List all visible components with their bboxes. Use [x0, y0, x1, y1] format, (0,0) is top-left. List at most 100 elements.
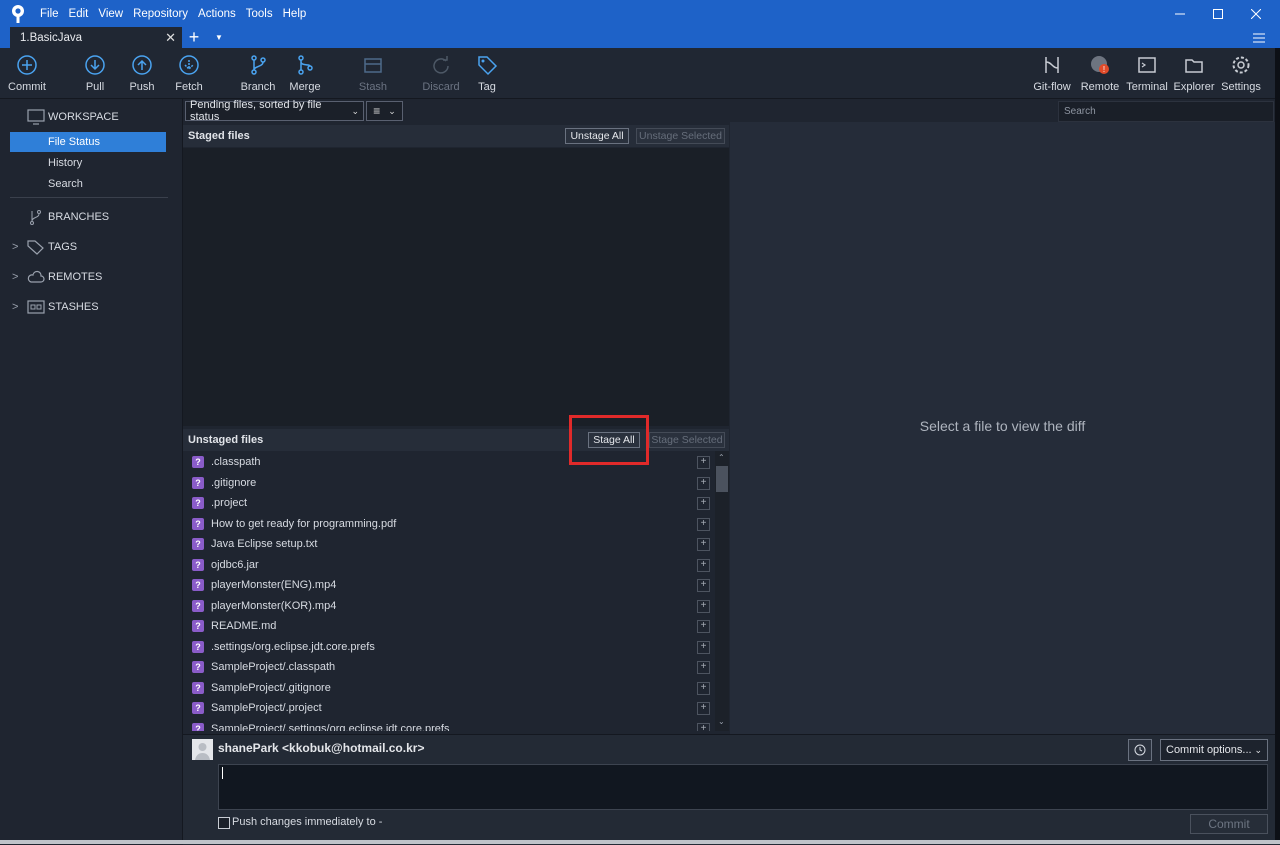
stage-file-plus-icon[interactable]: + [697, 723, 710, 731]
file-name: SampleProject/.classpath [211, 661, 336, 673]
search-input[interactable]: Search [1058, 101, 1274, 122]
sidebar-item-label: Search [48, 178, 83, 190]
menu-actions[interactable]: Actions [198, 8, 236, 20]
menu-tools[interactable]: Tools [246, 8, 273, 20]
sort-filter-dropdown[interactable]: Pending files, sorted by file status ⌄ [185, 99, 364, 123]
unstage-all-button[interactable]: Unstage All [565, 128, 629, 144]
stage-file-plus-icon[interactable]: + [697, 682, 710, 695]
file-row[interactable]: ? SampleProject/.classpath + [183, 657, 715, 677]
file-row[interactable]: ? ojdbc6.jar + [183, 555, 715, 575]
sidebar-section-workspace[interactable]: WORKSPACE [0, 105, 182, 129]
commit-options-label: Commit options... [1166, 744, 1252, 756]
menu-bar: File Edit View Repository Actions Tools … [40, 0, 316, 27]
file-row[interactable]: ? playerMonster(KOR).mp4 + [183, 596, 715, 616]
file-row[interactable]: ? .settings/org.eclipse.jdt.core.prefs + [183, 637, 715, 657]
stage-file-plus-icon[interactable]: + [697, 477, 710, 490]
tab-dropdown-button[interactable]: ▼ [210, 27, 228, 48]
maximize-button[interactable] [1198, 0, 1238, 27]
stage-file-plus-icon[interactable]: + [697, 559, 710, 572]
commit-history-button[interactable] [1128, 739, 1152, 761]
branch-icon [30, 210, 41, 225]
menu-view[interactable]: View [98, 8, 123, 20]
sidebar-item-history[interactable]: History [10, 153, 166, 173]
file-row[interactable]: ? SampleProject/.settings/org.eclipse.jdt… [183, 719, 715, 731]
stage-file-plus-icon[interactable]: + [697, 456, 710, 469]
merge-button[interactable]: Merge [275, 54, 335, 93]
file-row[interactable]: ? Java Eclipse setup.txt + [183, 534, 715, 554]
close-tab-icon[interactable]: ✕ [165, 30, 176, 46]
fetch-label: Fetch [175, 81, 203, 93]
push-immediately-checkbox[interactable] [218, 817, 230, 829]
sidebar-workspace-label: WORKSPACE [48, 111, 119, 123]
commit-button[interactable]: Commit [0, 54, 57, 93]
stage-file-plus-icon[interactable]: + [697, 518, 710, 531]
untracked-icon: ? [192, 620, 204, 632]
push-icon [132, 55, 152, 75]
sidebar-item-file-status[interactable]: File Status [10, 132, 166, 152]
scroll-up-icon[interactable]: ⌃ [718, 453, 725, 462]
sidebar-remotes-label: REMOTES [48, 271, 103, 283]
commit-submit-button[interactable]: Commit [1190, 814, 1268, 834]
branch-icon [251, 55, 266, 75]
commit-icon [17, 55, 37, 75]
monitor-icon [27, 109, 45, 125]
minimize-button[interactable] [1160, 0, 1200, 27]
untracked-icon: ? [192, 497, 204, 509]
sidebar-section-branches[interactable]: BRANCHES [0, 205, 182, 229]
file-row[interactable]: ? SampleProject/.project + [183, 698, 715, 718]
file-name: playerMonster(KOR).mp4 [211, 600, 337, 612]
settings-button[interactable]: Settings [1211, 54, 1271, 93]
file-name: SampleProject/.gitignore [211, 682, 331, 694]
stage-file-plus-icon[interactable]: + [697, 620, 710, 633]
file-row[interactable]: ? How to get ready for programming.pdf + [183, 514, 715, 534]
scroll-down-icon[interactable]: ⌄ [718, 717, 725, 726]
sidebar-divider [10, 197, 168, 198]
chevron-right-icon[interactable]: > [12, 241, 18, 253]
sidebar-section-tags[interactable]: > TAGS [0, 235, 182, 259]
hamburger-menu-button[interactable] [1248, 27, 1270, 48]
chevron-down-icon: ⌄ [351, 105, 359, 116]
unstaged-scrollbar[interactable]: ⌃ ⌄ [715, 451, 729, 731]
new-tab-button[interactable]: + [184, 27, 204, 48]
stash-button[interactable]: Stash [343, 54, 403, 93]
stage-file-plus-icon[interactable]: + [697, 702, 710, 715]
file-row[interactable]: ? playerMonster(ENG).mp4 + [183, 575, 715, 595]
stage-file-plus-icon[interactable]: + [697, 641, 710, 654]
unstage-selected-button[interactable]: Unstage Selected [636, 128, 725, 144]
tag-button[interactable]: Tag [457, 54, 517, 93]
menu-file[interactable]: File [40, 8, 59, 20]
view-mode-dropdown[interactable]: ≡ ⌄ [366, 101, 403, 121]
unstaged-files-title: Unstaged files [188, 434, 264, 446]
chevron-right-icon[interactable]: > [12, 301, 18, 313]
file-row[interactable]: ? .project + [183, 493, 715, 513]
stage-file-plus-icon[interactable]: + [697, 661, 710, 674]
commit-message-input[interactable] [218, 764, 1268, 810]
chevron-right-icon[interactable]: > [12, 271, 18, 283]
menu-edit[interactable]: Edit [69, 8, 89, 20]
file-name: .gitignore [211, 477, 257, 489]
svg-text:!: ! [1103, 65, 1105, 74]
file-row[interactable]: ? README.md + [183, 616, 715, 636]
menu-help[interactable]: Help [283, 8, 307, 20]
close-window-button[interactable] [1236, 0, 1276, 27]
chevron-down-icon: ⌄ [388, 105, 396, 116]
fetch-button[interactable]: Fetch [159, 54, 219, 93]
untracked-icon: ? [192, 456, 204, 468]
sidebar-section-remotes[interactable]: > REMOTES [0, 265, 182, 289]
stage-file-plus-icon[interactable]: + [697, 579, 710, 592]
scrollbar-thumb[interactable] [716, 466, 728, 492]
stage-file-plus-icon[interactable]: + [697, 538, 710, 551]
diff-empty-message: Select a file to view the diff [919, 418, 1086, 434]
folder-icon [1185, 59, 1203, 73]
sidebar-item-search[interactable]: Search [10, 174, 166, 194]
maximize-icon [1213, 8, 1223, 19]
stage-file-plus-icon[interactable]: + [697, 497, 710, 510]
menu-repository[interactable]: Repository [133, 8, 188, 20]
stage-file-plus-icon[interactable]: + [697, 600, 710, 613]
stage-selected-button[interactable]: Stage Selected [649, 432, 725, 448]
file-row[interactable]: ? .gitignore + [183, 473, 715, 493]
repo-tab[interactable]: 1.BasicJava ✕ [10, 27, 182, 48]
commit-options-dropdown[interactable]: Commit options... ⌄ [1160, 739, 1268, 761]
sidebar-section-stashes[interactable]: > STASHES [0, 295, 182, 319]
file-row[interactable]: ? SampleProject/.gitignore + [183, 678, 715, 698]
